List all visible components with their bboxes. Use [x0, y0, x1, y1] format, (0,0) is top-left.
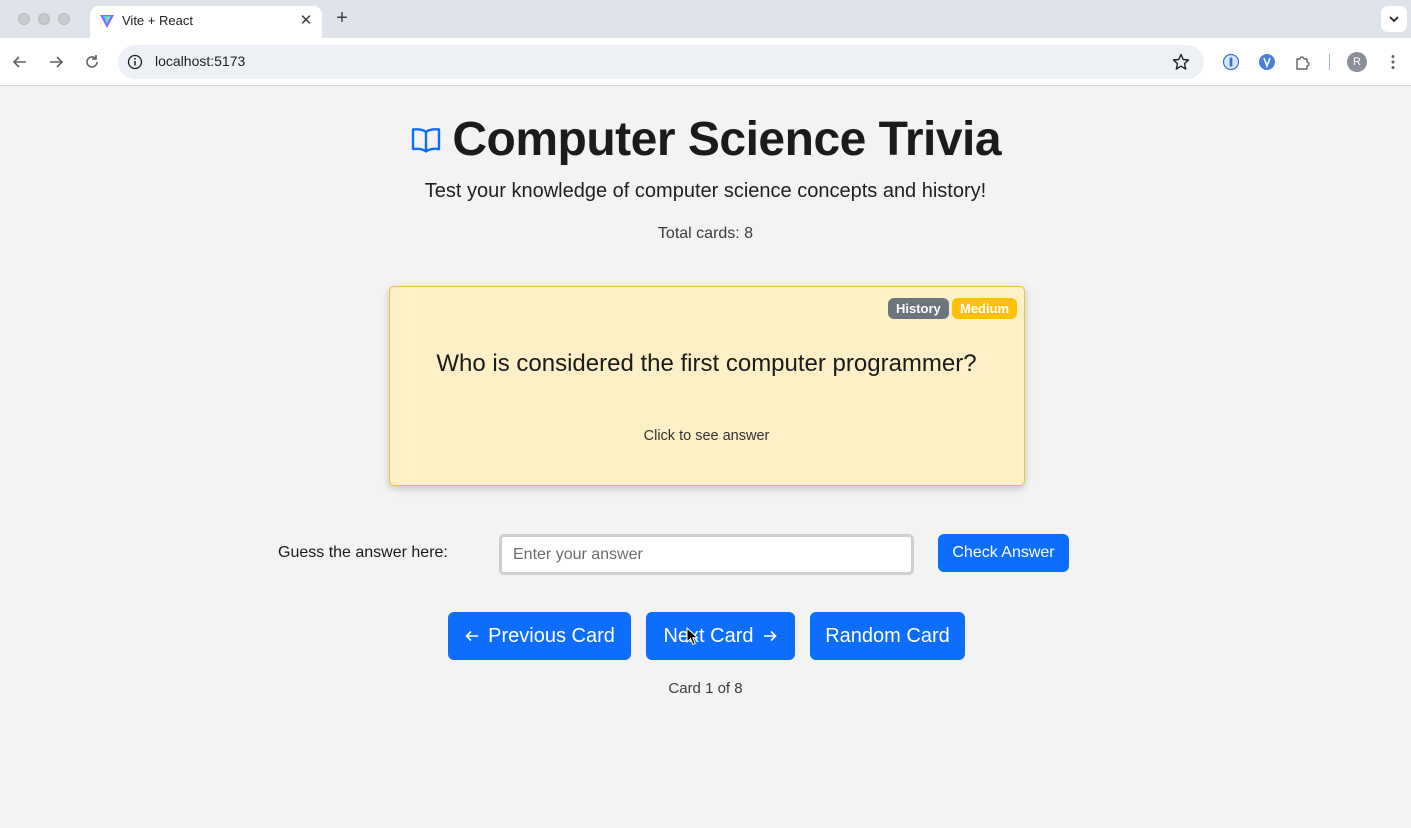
- more-menu-icon[interactable]: [1384, 53, 1402, 71]
- card-hint: Click to see answer: [643, 428, 770, 444]
- window-close-control[interactable]: [18, 13, 30, 25]
- page-title: Computer Science Trivia: [452, 113, 1002, 166]
- chevron-down-icon: [1389, 16, 1399, 23]
- difficulty-badge: Medium: [952, 298, 1018, 319]
- back-arrow-icon[interactable]: [10, 52, 30, 72]
- browser-tab[interactable]: Vite + React ✕: [90, 6, 322, 38]
- arrow-left-icon: [465, 630, 479, 642]
- random-card-label: Random Card: [825, 624, 950, 647]
- forward-arrow-icon[interactable]: [46, 52, 66, 72]
- site-info-icon[interactable]: [127, 54, 143, 70]
- vite-logo-icon: [100, 15, 114, 28]
- card-counter: Card 1 of 8: [668, 680, 743, 697]
- password-manager-icon[interactable]: [1222, 53, 1240, 71]
- random-card-button[interactable]: Random Card: [810, 612, 965, 660]
- arrow-right-icon: [763, 630, 777, 642]
- address-bar[interactable]: localhost:5173: [118, 45, 1204, 79]
- previous-card-label: Previous Card: [488, 624, 615, 647]
- bookmark-star-icon[interactable]: [1172, 53, 1190, 71]
- extension-icon[interactable]: [1258, 53, 1276, 71]
- guess-label: Guess the answer here:: [278, 544, 448, 561]
- page-header: Computer Science Trivia: [0, 112, 1411, 167]
- extensions-puzzle-icon[interactable]: [1294, 53, 1312, 71]
- new-tab-icon[interactable]: +: [332, 8, 352, 28]
- page-subtitle: Test your knowledge of computer science …: [424, 180, 987, 202]
- browser-toolbar: localhost:5173 R: [0, 38, 1411, 86]
- total-cards-count: Total cards: 8: [657, 225, 754, 242]
- window-zoom-control[interactable]: [58, 13, 70, 25]
- mouse-cursor-icon: [686, 627, 699, 646]
- answer-input[interactable]: [499, 534, 914, 575]
- previous-card-button[interactable]: Previous Card: [448, 612, 631, 660]
- toolbar-divider: [1329, 54, 1330, 70]
- tab-title: Vite + React: [122, 13, 193, 28]
- browser-tab-bar: Vite + React ✕ +: [0, 0, 1411, 38]
- category-badge: History: [888, 298, 949, 319]
- reload-icon[interactable]: [82, 52, 102, 72]
- url-text: localhost:5173: [155, 53, 246, 69]
- card-question: Who is considered the first computer pro…: [436, 350, 977, 377]
- app-page: Computer Science Trivia Test your knowle…: [0, 86, 1411, 828]
- tab-search-button[interactable]: [1381, 6, 1407, 32]
- profile-avatar[interactable]: R: [1347, 52, 1367, 72]
- check-answer-button[interactable]: Check Answer: [938, 534, 1069, 572]
- tab-close-icon[interactable]: ✕: [298, 13, 314, 29]
- flashcard[interactable]: History Medium Who is considered the fir…: [389, 286, 1025, 486]
- open-book-icon: [411, 127, 441, 153]
- next-card-button[interactable]: Next Card: [646, 612, 795, 660]
- window-minimize-control[interactable]: [38, 13, 50, 25]
- next-card-label: Next Card: [663, 624, 754, 647]
